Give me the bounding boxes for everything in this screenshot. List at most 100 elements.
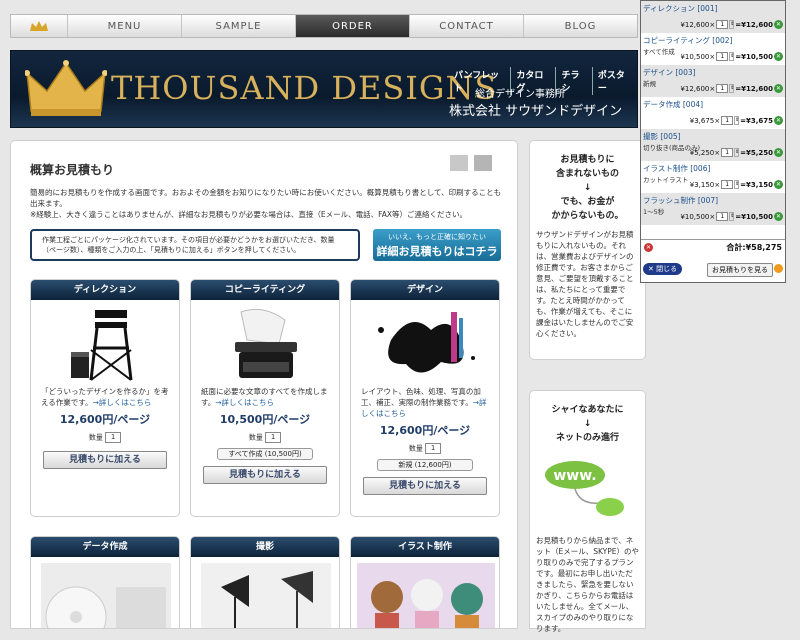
card-description: レイアウト、色味、処理、写真の加工、補正、実際の制作業務です。→詳しくはこちら <box>351 386 499 419</box>
estimate-panel: 概算お見積もり 簡易的にお見積もりを作成する画面です。おおよその金額をお知りにな… <box>10 140 518 629</box>
quantity-row: 数量 1 <box>351 443 499 454</box>
qty-spinner-icon[interactable]: ⇕ <box>729 84 734 93</box>
card-price: 12,600円/ページ <box>59 413 151 426</box>
svg-text:www.: www. <box>553 468 596 484</box>
animal-illustration-icon <box>357 563 495 628</box>
crown-logo-icon <box>25 60 107 116</box>
heading-line: ネットのみ進行 <box>555 433 619 443</box>
nav-blog[interactable]: BLOG <box>524 15 637 37</box>
cart-qty-input[interactable]: 1 <box>721 116 734 125</box>
package-card-direction: ディレクション 「どういったデザインを作るか」を考える作業です。→詳しくはこちら… <box>30 279 180 517</box>
company-name: 株式会社 サウザンドデザイン <box>449 104 623 119</box>
package-card-illustration: イラスト制作 <box>350 536 500 628</box>
qty-spinner-icon[interactable]: ⇕ <box>729 20 734 29</box>
net-only-panel: シャイなあなたに ↓ ネットのみ進行 www. お見積もりから納品まで、ネット（… <box>529 390 646 633</box>
cart-item-name[interactable]: フラッシュ制作 [007] <box>643 193 783 206</box>
cart-item-calc: ¥10,500× 1 ⇕ =¥10,500 ✕ <box>680 212 783 221</box>
cart-unit-price: ¥10,500× <box>680 52 716 61</box>
cta-small-text: いいえ、もっと正確に知りたい <box>388 233 486 241</box>
cart-item-calc: ¥10,500× 1 ⇕ =¥10,500 ✕ <box>680 52 783 61</box>
cart-item-calc: ¥12,600× 1 ⇕ =¥12,600 ✕ <box>680 84 783 93</box>
page-title: 概算お見積もり <box>30 163 115 177</box>
nav-menu[interactable]: MENU <box>68 15 182 37</box>
list-view-icon[interactable] <box>450 155 468 171</box>
intro-paragraph: 簡易的にお見積もりを作成する画面です。おおよその金額をお知りになりたい時にお使い… <box>30 188 502 208</box>
cart-item-name[interactable]: コピーライティング [002] <box>643 33 783 46</box>
qty-spinner-icon[interactable]: ⇕ <box>734 180 739 189</box>
cart-unit-price: ¥12,600× <box>680 20 716 29</box>
quantity-row: 数量 1 <box>31 432 179 443</box>
studio-light-icon <box>201 563 331 628</box>
excluded-costs-heading: お見積もりに 含まれないもの ↓ でも、お金が かからないもの。 <box>530 141 645 223</box>
quantity-input[interactable]: 1 <box>265 432 282 443</box>
cart-item-calc: ¥5,250× 1 ⇕ =¥5,250 ✕ <box>690 148 783 157</box>
option-select[interactable]: すべて作成 (10,500円) <box>217 448 313 460</box>
cart-row: 撮影 [005] 切り抜き(商品のみ) ¥5,250× 1 ⇕ =¥5,250 ✕ <box>641 129 785 161</box>
qty-spinner-icon[interactable]: ⇕ <box>729 52 734 61</box>
remove-item-icon[interactable]: ✕ <box>774 148 783 157</box>
close-label: 閉じる <box>656 265 678 273</box>
quantity-input[interactable]: 1 <box>425 443 442 454</box>
clear-cart-icon[interactable]: ✕ <box>644 243 653 252</box>
grid-view-icon[interactable] <box>474 155 492 171</box>
add-to-estimate-button[interactable]: 見積もりに加える <box>363 477 487 495</box>
cart-qty-input[interactable]: 1 <box>716 20 729 29</box>
card-detail-link[interactable]: →詳しくはこちら <box>215 398 274 407</box>
cart-row: フラッシュ制作 [007] 1〜5秒 ¥10,500× 1 ⇕ =¥10,500 ✕ <box>641 193 785 225</box>
cart-qty-input[interactable]: 1 <box>721 148 734 157</box>
qty-spinner-icon[interactable]: ⇕ <box>729 212 734 221</box>
cart-item-name[interactable]: データ作成 [004] <box>643 97 783 110</box>
close-cart-button[interactable]: ✕ 閉じる <box>643 263 683 275</box>
view-toggle <box>450 155 492 171</box>
typewriter-icon <box>235 308 297 378</box>
cart-line-total: =¥3,675 <box>740 116 773 125</box>
view-estimate-button[interactable]: お見積もりを見る <box>707 263 773 277</box>
cart-qty-input[interactable]: 1 <box>721 180 734 189</box>
card-detail-link[interactable]: →詳しくはこちら <box>93 398 152 407</box>
add-to-estimate-button[interactable]: 見積もりに加える <box>203 466 327 484</box>
cart-item-name[interactable]: 撮影 [005] <box>643 129 783 142</box>
heading-line: かからないもの。 <box>551 211 624 221</box>
heading-line: お見積もりに <box>560 155 615 165</box>
cart-total-value: ¥58,275 <box>745 243 782 252</box>
cart-qty-input[interactable]: 1 <box>716 84 729 93</box>
cart-row: ディレクション [001] ¥12,600× 1 ⇕ =¥12,600 ✕ <box>641 1 785 33</box>
nav-order[interactable]: ORDER <box>296 15 410 37</box>
cart-item-name[interactable]: デザイン [003] <box>643 65 783 78</box>
remove-item-icon[interactable]: ✕ <box>774 116 783 125</box>
cart-row: デザイン [003] 新規 ¥12,600× 1 ⇕ =¥12,600 ✕ <box>641 65 785 97</box>
remove-item-icon[interactable]: ✕ <box>774 84 783 93</box>
cart-unit-price: ¥10,500× <box>680 212 716 221</box>
cart-line-total: =¥12,600 <box>735 84 773 93</box>
remove-item-icon[interactable]: ✕ <box>774 20 783 29</box>
cart-qty-input[interactable]: 1 <box>716 212 729 221</box>
cart-item-name[interactable]: イラスト制作 [006] <box>643 161 783 174</box>
qty-spinner-icon[interactable]: ⇕ <box>734 116 739 125</box>
detailed-estimate-button[interactable]: いいえ、もっと正確に知りたい 詳細お見積もりはコチラ <box>373 229 501 261</box>
remove-item-icon[interactable]: ✕ <box>774 180 783 189</box>
nav-sample[interactable]: SAMPLE <box>182 15 296 37</box>
intro-notice: ※経験上、大きく違うことはありませんが、詳細なお見積もりが必要な場合は、直接（E… <box>30 210 468 219</box>
instruction-note: 作業工程ごとにパッケージ化されています。その項目が必要かどうかをお選びいただき、… <box>30 229 360 261</box>
brand-name: THOUSAND DESIGNS <box>111 69 498 107</box>
heading-line: でも、お金が <box>560 197 615 207</box>
cart-line-total: =¥10,500 <box>735 52 773 61</box>
remove-item-icon[interactable]: ✕ <box>774 212 783 221</box>
cart-rows: ディレクション [001] ¥12,600× 1 ⇕ =¥12,600 ✕ コピーライテ… <box>641 1 785 225</box>
remove-item-icon[interactable]: ✕ <box>774 52 783 61</box>
director-chair-image <box>31 300 179 386</box>
add-to-estimate-button[interactable]: 見積もりに加える <box>43 451 167 469</box>
cart-total-row: ✕ 合計:¥58,275 <box>641 239 785 253</box>
option-select[interactable]: 新規 (12,600円) <box>377 459 473 471</box>
cart-item-name[interactable]: ディレクション [001] <box>643 1 783 14</box>
nav-logo[interactable] <box>11 15 68 37</box>
quantity-input[interactable]: 1 <box>105 432 122 443</box>
cart-qty-input[interactable]: 1 <box>716 52 729 61</box>
refresh-icon[interactable] <box>774 264 783 273</box>
nav-contact[interactable]: CONTACT <box>410 15 524 37</box>
card-title: デザイン <box>351 280 499 300</box>
cart-item-calc: ¥12,600× 1 ⇕ =¥12,600 ✕ <box>680 20 783 29</box>
qty-spinner-icon[interactable]: ⇕ <box>734 148 739 157</box>
category-poster[interactable]: ポスター <box>591 67 637 95</box>
cart-line-total: =¥10,500 <box>735 212 773 221</box>
